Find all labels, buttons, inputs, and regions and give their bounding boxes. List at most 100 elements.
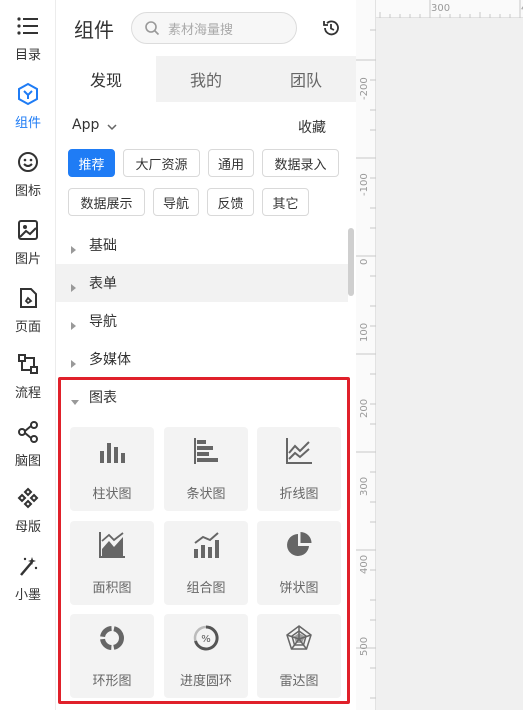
bar-chart-icon xyxy=(98,437,126,465)
progress-ring-icon: % xyxy=(192,624,220,652)
caret-right-icon xyxy=(70,316,78,330)
app-dropdown-label: App xyxy=(72,117,100,133)
card-label: 饼状图 xyxy=(279,581,319,596)
rail-item-master[interactable]: 母版 xyxy=(0,486,56,544)
tab-team[interactable]: 团队 xyxy=(256,56,356,102)
panel-tabs: 发现 我的 团队 xyxy=(56,56,356,102)
ruler-label: -100 xyxy=(359,173,370,196)
tab-discover[interactable]: 发现 xyxy=(56,56,156,102)
area-chart-icon xyxy=(98,531,126,559)
caret-right-icon xyxy=(70,240,78,254)
rail-item-catalog[interactable]: 目录 xyxy=(0,14,56,72)
rail-label: 流程 xyxy=(14,386,41,401)
ruler-label: 0 xyxy=(359,258,370,265)
app-dropdown[interactable]: App xyxy=(72,117,117,133)
ruler-label: 400 xyxy=(359,554,370,574)
rail-item-pages[interactable]: 页面 xyxy=(0,286,56,344)
card-line-chart[interactable]: 折线图 xyxy=(257,427,341,511)
chip-data-entry[interactable]: 数据录入 xyxy=(262,149,339,177)
tree-item-chart[interactable]: 图表 xyxy=(56,378,348,416)
chip-feedback[interactable]: 反馈 xyxy=(207,188,254,216)
tree-label: 多媒体 xyxy=(89,352,131,368)
donut-chart-icon xyxy=(98,624,126,652)
combo-chart-icon xyxy=(192,531,220,559)
card-horizontal-bar-chart[interactable]: 条状图 xyxy=(164,427,248,511)
image-icon xyxy=(16,218,40,242)
rail-item-mindmap[interactable]: 脑图 xyxy=(0,420,56,478)
ruler-label: 300 xyxy=(359,476,370,496)
flow-icon xyxy=(16,352,40,376)
rail-item-images[interactable]: 图片 xyxy=(0,218,56,276)
left-nav-rail: 目录 组件 图标 图片 页面 流程 脑图 母版 小墨 xyxy=(0,0,56,710)
card-progress-ring[interactable]: % 进度圆环 xyxy=(164,614,248,698)
chip-other[interactable]: 其它 xyxy=(262,188,309,216)
smiley-icon xyxy=(16,150,40,174)
rail-label: 脑图 xyxy=(14,454,41,469)
card-bar-chart[interactable]: 柱状图 xyxy=(70,427,154,511)
svg-text:%: % xyxy=(201,634,211,645)
horizontal-bar-chart-icon xyxy=(192,437,220,465)
rail-item-flow[interactable]: 流程 xyxy=(0,352,56,410)
card-label: 进度圆环 xyxy=(179,674,232,689)
tree-item-multimedia[interactable]: 多媒体 xyxy=(56,340,348,378)
chip-big-vendor[interactable]: 大厂资源 xyxy=(123,149,200,177)
card-area-chart[interactable]: 面积图 xyxy=(70,521,154,605)
mindmap-icon xyxy=(16,420,40,444)
horizontal-ruler: 300 40 xyxy=(376,0,523,18)
chip-navigation[interactable]: 导航 xyxy=(153,188,199,216)
ruler-label: -200 xyxy=(359,77,370,100)
ruler-label: 100 xyxy=(359,322,370,342)
rail-label: 组件 xyxy=(14,116,41,131)
card-label: 折线图 xyxy=(279,487,319,502)
rail-item-xiaomo[interactable]: 小墨 xyxy=(0,554,56,612)
panel-title: 组件 xyxy=(74,18,114,42)
tree-item-nav[interactable]: 导航 xyxy=(56,302,348,340)
rail-label: 小墨 xyxy=(14,588,41,603)
page-icon xyxy=(16,286,40,310)
search-input[interactable]: 素材海量搜 xyxy=(131,12,297,44)
card-label: 条状图 xyxy=(186,487,226,502)
ruler-label: 300 xyxy=(431,3,451,14)
card-label: 面积图 xyxy=(92,581,132,596)
rail-item-icons[interactable]: 图标 xyxy=(0,150,56,208)
card-label: 雷达图 xyxy=(279,674,319,689)
ruler-label: 200 xyxy=(359,398,370,418)
card-label: 柱状图 xyxy=(92,487,132,502)
tree-label: 图表 xyxy=(89,390,117,406)
search-placeholder: 素材海量搜 xyxy=(168,22,234,38)
filter-bar: App 收藏 xyxy=(56,112,356,140)
chip-general[interactable]: 通用 xyxy=(208,149,254,177)
chip-data-display[interactable]: 数据展示 xyxy=(68,188,145,216)
master-icon xyxy=(16,486,40,510)
chip-recommend[interactable]: 推荐 xyxy=(68,149,115,177)
rail-label: 图片 xyxy=(14,252,41,267)
rail-label: 母版 xyxy=(14,520,41,535)
rail-item-components[interactable]: 组件 xyxy=(0,82,56,140)
card-combo-chart[interactable]: 组合图 xyxy=(164,521,248,605)
tab-mine[interactable]: 我的 xyxy=(156,56,256,102)
card-label: 环形图 xyxy=(92,674,132,689)
tree-item-form[interactable]: 表单 xyxy=(56,264,348,302)
search-icon xyxy=(144,20,160,36)
radar-chart-icon xyxy=(285,624,313,652)
canvas-surface[interactable] xyxy=(377,19,523,710)
pie-chart-icon xyxy=(285,531,313,559)
tree-item-basic[interactable]: 基础 xyxy=(56,226,348,264)
vertical-ruler: -200 -100 0 100 200 300 400 500 xyxy=(356,0,376,710)
collect-link[interactable]: 收藏 xyxy=(298,117,326,137)
tree-label: 表单 xyxy=(89,276,117,292)
card-pie-chart[interactable]: 饼状图 xyxy=(257,521,341,605)
card-radar-chart[interactable]: 雷达图 xyxy=(257,614,341,698)
panel-scrollbar[interactable] xyxy=(348,228,354,296)
chevron-down-icon xyxy=(107,120,117,131)
card-donut-chart[interactable]: 环形图 xyxy=(70,614,154,698)
tree-label: 导航 xyxy=(89,314,117,330)
caret-down-icon xyxy=(70,392,79,405)
rail-label: 页面 xyxy=(14,320,41,335)
caret-right-icon xyxy=(70,278,78,292)
card-label: 组合图 xyxy=(186,581,226,596)
ruler-label: 500 xyxy=(359,636,370,656)
history-icon[interactable] xyxy=(321,18,341,38)
list-icon xyxy=(16,14,40,38)
rail-label: 目录 xyxy=(14,48,41,63)
